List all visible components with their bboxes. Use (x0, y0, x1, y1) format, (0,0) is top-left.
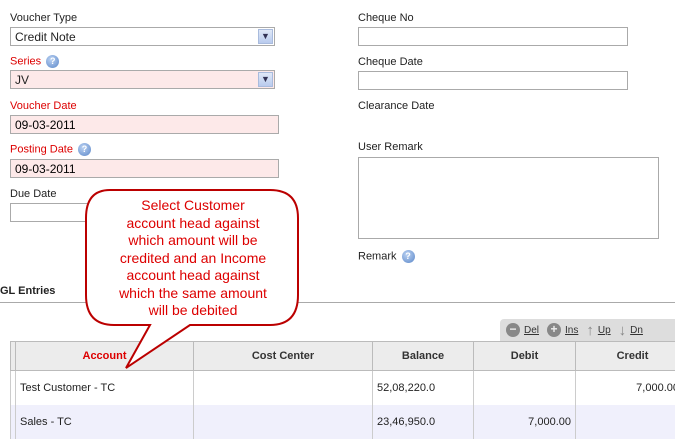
due-date-label: Due Date (10, 188, 57, 200)
clearance-date-label: Clearance Date (358, 100, 435, 112)
voucher-type-value: Credit Note (15, 30, 76, 44)
posting-date-label-text: Posting Date (10, 143, 73, 156)
arrow-up-icon[interactable]: ↑ (586, 322, 594, 339)
callout-line: account head against (126, 214, 260, 231)
cost-center-cell[interactable] (193, 370, 373, 405)
delete-row-button[interactable]: Del (524, 325, 539, 336)
posting-date-label: Posting Date? (10, 143, 91, 156)
callout-line: credited and an Income (119, 249, 267, 266)
voucher-date-input[interactable] (10, 115, 279, 134)
series-select[interactable]: JV ▼ (10, 70, 275, 89)
credit-cell[interactable]: 7,000.00 (575, 370, 675, 405)
callout-line: Select Customer (141, 197, 245, 213)
callout-line: will be debited (148, 302, 238, 318)
chevron-down-icon: ▼ (258, 29, 273, 44)
series-label-text: Series (10, 55, 42, 68)
plus-circle-icon[interactable]: + (547, 323, 562, 337)
move-down-button[interactable]: Dn (630, 325, 643, 336)
column-header-balance[interactable]: Balance (372, 341, 474, 371)
account-cell[interactable]: Sales - TC (15, 404, 194, 439)
column-header-debit[interactable]: Debit (473, 341, 576, 371)
callout-text: Select Customer account head against whi… (88, 197, 298, 320)
help-icon[interactable]: ? (401, 250, 415, 263)
balance-cell: 52,08,220.0 (372, 370, 474, 405)
voucher-type-select[interactable]: Credit Note ▼ (10, 27, 275, 46)
table-row[interactable]: Sales - TC 23,46,950.0 7,000.00 (10, 404, 675, 439)
move-up-button[interactable]: Up (598, 325, 611, 336)
help-icon[interactable]: ? (46, 55, 60, 68)
cost-center-cell[interactable] (193, 404, 373, 439)
remark-label: Remark? (358, 250, 415, 263)
series-label: Series? (10, 55, 60, 68)
cheque-date-input[interactable] (358, 71, 628, 90)
series-value: JV (15, 73, 30, 87)
voucher-type-label: Voucher Type (10, 12, 78, 24)
gl-entries-heading: GL Entries (0, 285, 56, 297)
callout-line: account head against (126, 267, 260, 283)
help-icon[interactable]: ? (77, 143, 91, 156)
cheque-no-input[interactable] (358, 27, 628, 46)
table-row[interactable]: Test Customer - TC 52,08,220.0 7,000.00 (10, 370, 675, 405)
account-cell[interactable]: Test Customer - TC (15, 370, 194, 405)
insert-row-button[interactable]: Ins (565, 325, 578, 336)
grid-toolbar: − Del + Ins ↑ Up ↓ Dn (500, 319, 675, 341)
debit-cell[interactable]: 7,000.00 (473, 404, 576, 439)
remark-label-text: Remark (358, 250, 397, 263)
cheque-no-label: Cheque No (358, 12, 414, 24)
credit-cell[interactable] (575, 404, 675, 439)
balance-cell: 23,46,950.0 (372, 404, 474, 439)
chevron-down-icon: ▼ (258, 72, 273, 87)
callout-line: which amount will be (128, 232, 258, 248)
callout-line: which the same amount (119, 284, 267, 301)
minus-circle-icon[interactable]: − (506, 323, 520, 337)
user-remark-textarea[interactable] (358, 157, 659, 239)
debit-cell[interactable] (473, 370, 576, 405)
voucher-date-label: Voucher Date (10, 100, 77, 112)
cheque-date-label: Cheque Date (358, 56, 423, 68)
posting-date-input[interactable] (10, 159, 279, 178)
column-header-credit[interactable]: Credit (575, 341, 675, 371)
arrow-down-icon[interactable]: ↓ (619, 322, 627, 339)
user-remark-label: User Remark (358, 141, 423, 153)
